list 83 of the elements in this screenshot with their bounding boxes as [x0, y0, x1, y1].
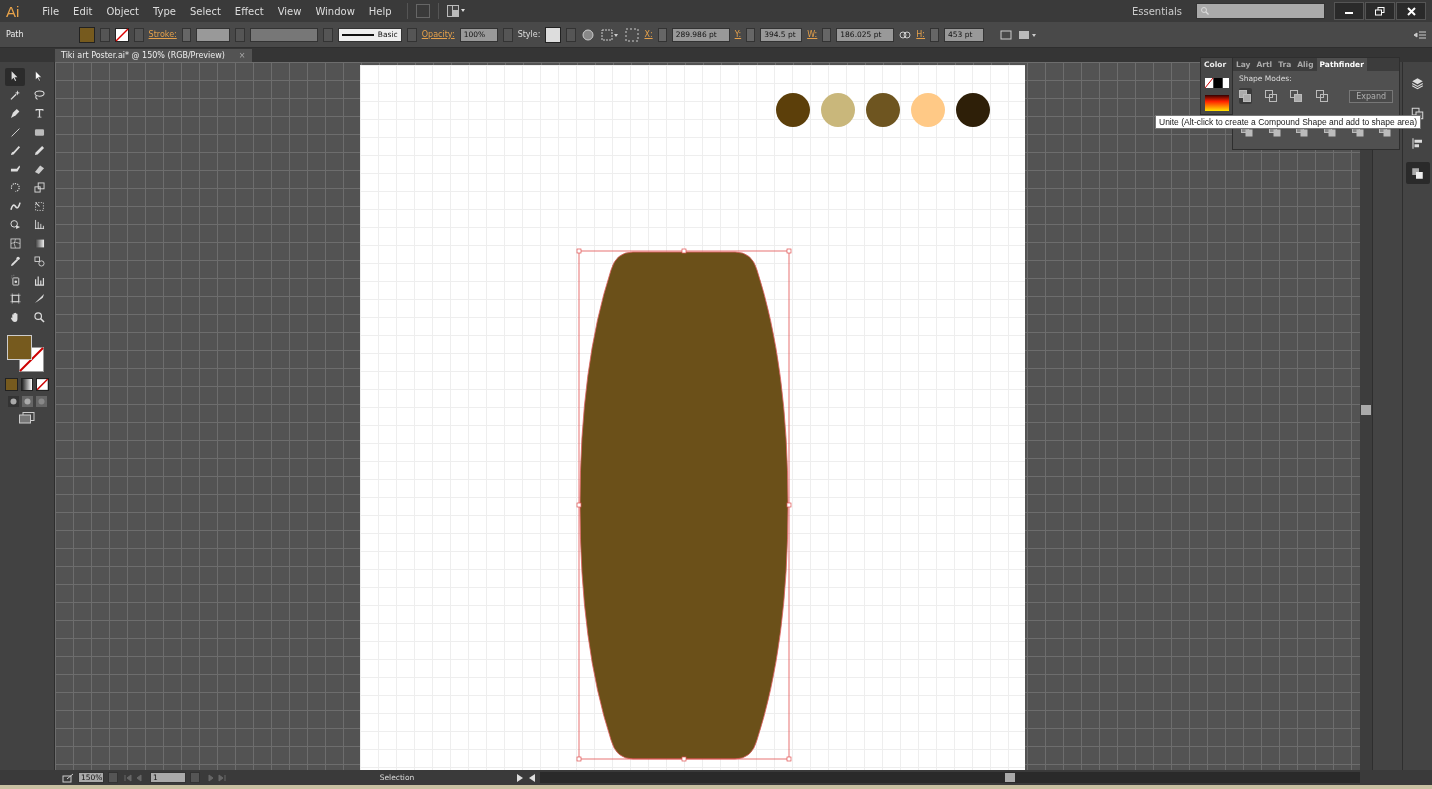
zoom-icon	[32, 310, 46, 324]
paintbrush-icon	[8, 144, 22, 158]
x-label[interactable]: X:	[644, 30, 653, 39]
menu-item[interactable]: Window	[308, 3, 362, 19]
gradient-mode-button[interactable]	[20, 378, 34, 391]
magic-wand-icon	[8, 88, 22, 102]
style-swatch[interactable]	[545, 26, 562, 43]
draw-behind-icon[interactable]	[21, 396, 33, 407]
variable-width-field[interactable]	[249, 27, 318, 42]
search-icon	[1200, 6, 1210, 16]
perspective-icon	[32, 218, 46, 232]
shape-mode-button[interactable]	[1239, 88, 1252, 104]
stroke-preview-icon	[341, 33, 374, 36]
arrange-documents-icon[interactable]	[446, 5, 467, 17]
pencil-icon	[32, 144, 46, 158]
stroke-weight-field[interactable]	[195, 27, 230, 42]
artboard-icon	[8, 292, 22, 306]
share-icon[interactable]	[62, 772, 74, 783]
link-icon[interactable]	[899, 29, 912, 40]
shape-mode-button[interactable]	[1290, 88, 1303, 104]
pathfinder-icon	[1410, 165, 1425, 181]
stroke-label[interactable]: Stroke:	[148, 30, 177, 39]
color-spectrum[interactable]	[1205, 95, 1229, 111]
style-label: Style:	[517, 30, 541, 39]
restore-icon	[1375, 6, 1385, 16]
recolor-icon[interactable]	[581, 27, 596, 42]
scroll-left-icon[interactable]	[528, 773, 536, 782]
close-button[interactable]	[1396, 2, 1426, 20]
panel-button[interactable]	[1405, 162, 1430, 184]
warp-icon	[8, 199, 22, 213]
status-menu-icon[interactable]	[516, 773, 524, 782]
search-field[interactable]	[1196, 3, 1325, 19]
none-mode-button[interactable]	[36, 378, 49, 391]
selection-type: Path	[6, 30, 24, 39]
y-label[interactable]: Y:	[734, 30, 742, 39]
draw-normal-icon[interactable]	[7, 396, 19, 407]
restore-button[interactable]	[1365, 2, 1395, 20]
pen-icon	[8, 107, 22, 121]
close-icon	[1406, 6, 1416, 16]
shape-builder-icon	[8, 218, 22, 232]
free-transform-icon	[32, 199, 46, 213]
menu-item[interactable]: Object	[99, 3, 147, 19]
panel-menu-icon[interactable]	[1414, 30, 1426, 39]
minimize-button[interactable]	[1334, 2, 1364, 20]
horizontal-scrollbar[interactable]	[540, 772, 1360, 783]
align-to-icon[interactable]	[600, 27, 621, 42]
menu-item[interactable]: Edit	[66, 3, 100, 19]
no-stroke-swatch[interactable]	[114, 27, 129, 42]
layers-icon	[1410, 75, 1425, 91]
menu-item[interactable]: Effect	[227, 3, 271, 19]
document-tab[interactable]: Tiki art Poster.ai* @ 150% (RGB/Preview) ×	[55, 49, 252, 62]
slice-icon	[32, 292, 46, 306]
opacity-label[interactable]: Opacity:	[421, 30, 455, 39]
menu-item[interactable]: View	[270, 3, 309, 19]
lasso-icon	[32, 88, 46, 102]
fill-stroke-icon[interactable]	[5, 333, 45, 373]
default-swatches[interactable]	[1205, 78, 1229, 88]
w-label[interactable]: W:	[807, 30, 818, 39]
menu-item[interactable]: File	[35, 3, 67, 19]
eyedropper-icon	[8, 255, 22, 269]
draw-inside-icon[interactable]	[35, 396, 47, 407]
h-label[interactable]: H:	[916, 30, 926, 39]
app-logo: Ai	[6, 2, 20, 20]
scale-icon	[32, 181, 46, 195]
transform-icon[interactable]	[999, 28, 1014, 41]
shape-mode-button[interactable]	[1315, 88, 1329, 104]
tooltip: Unite (Alt-click to create a Compound Shape and add to shape area)	[1155, 115, 1421, 129]
align-icon	[1410, 135, 1425, 151]
tab-close[interactable]: ×	[238, 51, 246, 60]
menu-item[interactable]: Type	[146, 3, 183, 19]
menu-item[interactable]: Help	[361, 3, 399, 19]
reference-point-icon[interactable]	[625, 27, 640, 42]
menu-item[interactable]: Select	[183, 3, 228, 19]
fill-swatch[interactable]	[78, 26, 95, 43]
rotate-icon	[8, 181, 22, 195]
isolate-icon[interactable]	[1018, 28, 1039, 41]
workspace-switcher[interactable]: Essentials	[1125, 3, 1188, 19]
blend-icon	[32, 255, 46, 269]
shape-mode-button[interactable]	[1264, 88, 1278, 104]
tool-button[interactable]	[5, 68, 25, 86]
color-mode-button[interactable]	[5, 378, 18, 391]
mesh-icon	[8, 236, 22, 250]
screen-mode-icon[interactable]	[19, 412, 35, 424]
